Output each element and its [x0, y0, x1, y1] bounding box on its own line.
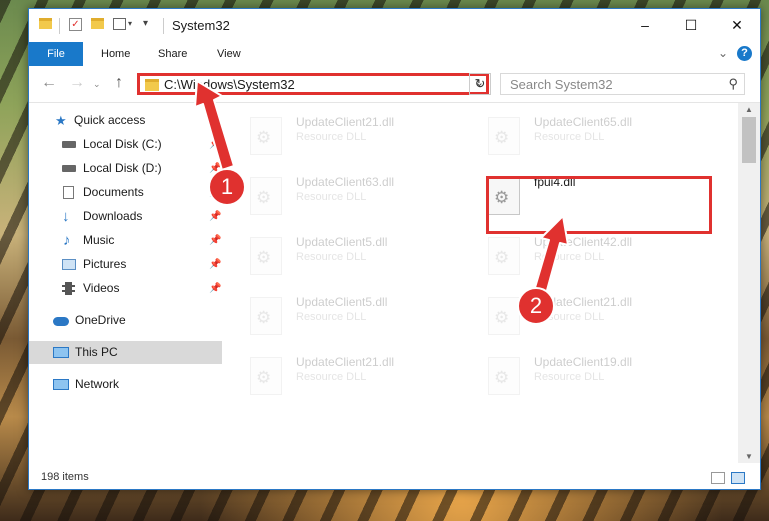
step-1-badge: 1: [208, 168, 246, 206]
arrow-2-to-file: [533, 215, 569, 295]
annotation-arrows: [194, 80, 569, 295]
arrow-1-to-address: [194, 80, 235, 171]
step-2-badge: 2: [517, 287, 555, 325]
